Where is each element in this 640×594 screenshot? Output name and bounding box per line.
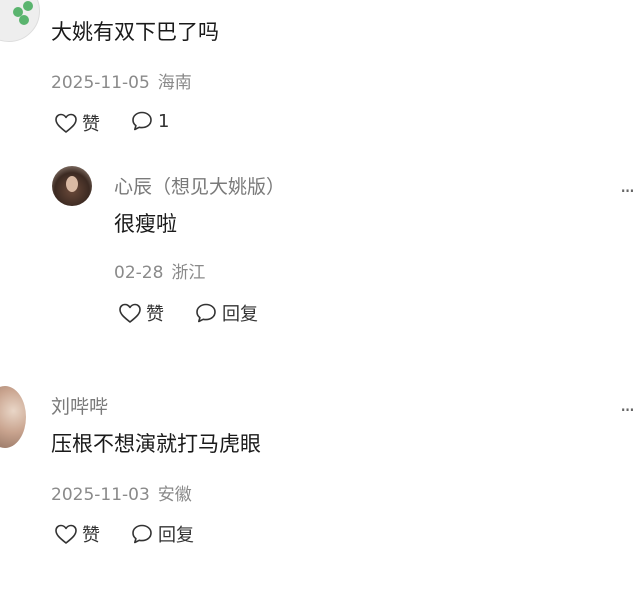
- comment-date: 2025-11-05: [51, 73, 150, 93]
- avatar-decoration: [19, 15, 29, 25]
- comment-location: 安徽: [157, 485, 192, 505]
- heart-outline-icon: [55, 113, 77, 133]
- speech-bubble-icon: [132, 111, 152, 131]
- reply-label: 回复: [158, 525, 194, 546]
- avatar-liu[interactable]: [0, 386, 26, 448]
- comment-meta: 2025-11-05 海南: [51, 68, 192, 93]
- speech-bubble-icon: [196, 303, 216, 323]
- reply-button[interactable]: 回复: [130, 521, 194, 547]
- reply-count-button[interactable]: 1: [130, 110, 169, 132]
- comment-text: 压根不想演就打马虎眼: [51, 432, 261, 456]
- avatar-top[interactable]: [0, 0, 40, 42]
- more-options-icon[interactable]: ...: [620, 394, 635, 414]
- reply-username[interactable]: 心辰（想见大姚版）: [114, 172, 285, 199]
- like-button[interactable]: 赞: [54, 521, 100, 547]
- avatar-reply[interactable]: [52, 166, 92, 206]
- heart-outline-icon: [119, 303, 141, 323]
- like-button[interactable]: 赞: [54, 110, 100, 136]
- like-label: 赞: [82, 114, 100, 135]
- reply-meta: 02-28 浙江: [114, 258, 205, 283]
- speech-bubble-icon: [132, 524, 152, 544]
- reply-location: 浙江: [171, 263, 206, 283]
- comment-location: 海南: [157, 73, 192, 93]
- more-options-icon[interactable]: ...: [620, 175, 635, 195]
- avatar-decoration: [23, 1, 33, 11]
- reply-like-button[interactable]: 赞: [118, 300, 164, 326]
- comment-username[interactable]: 刘哔哔: [51, 392, 108, 419]
- like-label: 赞: [146, 304, 164, 325]
- heart-outline-icon: [55, 524, 77, 544]
- like-label: 赞: [82, 525, 100, 546]
- reply-reply-button[interactable]: 回复: [194, 300, 258, 326]
- reply-label: 回复: [222, 304, 258, 325]
- reply-date: 02-28: [114, 263, 164, 283]
- comment-meta: 2025-11-03 安徽: [51, 480, 192, 505]
- reply-count: 1: [158, 110, 170, 132]
- comment-text: 大姚有双下巴了吗: [51, 20, 219, 44]
- comment-date: 2025-11-03: [51, 485, 150, 505]
- avatar-face: [66, 176, 78, 192]
- reply-text: 很瘦啦: [114, 212, 177, 236]
